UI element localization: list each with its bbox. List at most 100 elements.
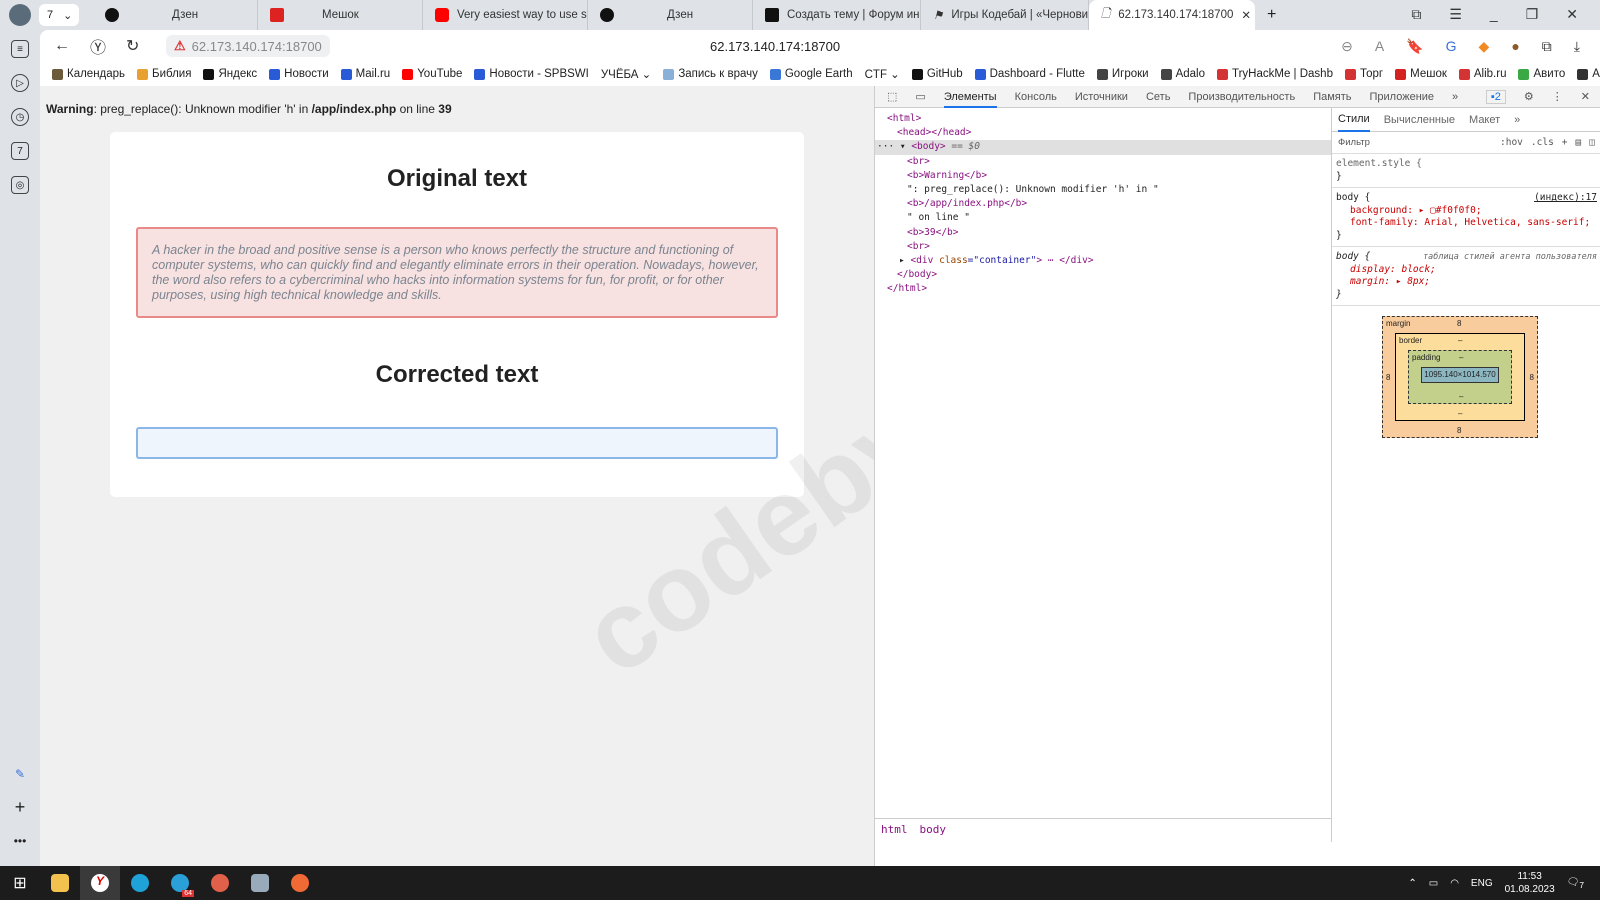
bookmark-item[interactable]: Торг [1344, 68, 1383, 80]
bookmark-item[interactable]: Авито [1518, 68, 1565, 80]
inspect-icon[interactable]: ⬚ [887, 90, 897, 103]
bookmark-item[interactable]: Запись к врачу [663, 68, 758, 80]
zoom-icon[interactable]: ⊖ [1341, 38, 1353, 55]
app-icon[interactable] [240, 866, 280, 900]
style-property[interactable]: background: ▸ ▢#f0f0f0; [1336, 205, 1597, 218]
tab[interactable]: Very easiest way to use scr [423, 0, 588, 30]
bookmark-item[interactable]: Новости [269, 68, 329, 80]
bookmark-item[interactable]: УЧЁБА ⌄ [601, 67, 651, 81]
insecure-warning-icon[interactable]: ⚠ [174, 38, 186, 54]
collections-icon[interactable]: ≡ [11, 40, 29, 58]
bookmark-item[interactable]: Alib.ru [1458, 68, 1506, 80]
crumb-body[interactable]: body [920, 823, 947, 837]
dom-node[interactable]: <head></head> [875, 126, 1331, 140]
device-toggle-icon[interactable]: ▭ [915, 90, 925, 103]
bookmark-item[interactable]: Игроки [1096, 68, 1149, 80]
fox-ext-icon[interactable]: ◆ [1479, 38, 1490, 55]
sidebar-toggle-icon[interactable]: ◫ [1589, 137, 1595, 148]
cookie-ext-icon[interactable]: ● [1511, 38, 1519, 55]
paint-icon[interactable]: ▤ [1576, 137, 1582, 148]
minimize-icon[interactable]: _ [1490, 6, 1498, 23]
language-indicator[interactable]: ENG [1471, 878, 1493, 889]
tab-styles[interactable]: Стили [1338, 108, 1370, 132]
more-tabs-icon[interactable]: » [1452, 91, 1458, 103]
edge-icon[interactable] [120, 866, 160, 900]
calendar-icon[interactable]: 7 [11, 142, 29, 160]
close-devtools-icon[interactable]: ✕ [1581, 90, 1590, 103]
bookmark-icon[interactable]: 🔖 [1406, 38, 1423, 55]
crumb-html[interactable]: html [881, 823, 908, 837]
dom-node[interactable]: </body> [875, 268, 1331, 282]
collections-icon[interactable]: ⧉ [1411, 6, 1421, 23]
add-panel-icon[interactable]: + [15, 797, 26, 818]
tab-active[interactable]: 🗋 62.173.140.174:18700 ✕ [1089, 0, 1255, 30]
history-icon[interactable]: ◷ [11, 108, 29, 126]
style-property[interactable]: font-family: Arial, Helvetica, sans-seri… [1336, 217, 1597, 230]
cls-button[interactable]: .cls [1531, 137, 1554, 148]
bookmark-item[interactable]: TryHackMe | Dashb [1217, 68, 1333, 80]
corrected-text-box[interactable] [136, 427, 778, 459]
dom-node[interactable]: <br> [875, 240, 1331, 254]
dom-node[interactable]: <b>39</b> [875, 226, 1331, 240]
tab-network[interactable]: Сеть [1146, 91, 1170, 103]
bookmark-item[interactable]: YouTube [402, 68, 462, 80]
back-icon[interactable]: ← [54, 37, 76, 55]
bookmark-item[interactable]: Библия [137, 68, 191, 80]
source-link[interactable]: (индекс):17 [1534, 192, 1597, 205]
menu-icon[interactable]: ☰ [1449, 6, 1462, 23]
tab-memory[interactable]: Память [1313, 91, 1351, 103]
tray-expand-icon[interactable]: ⌃ [1408, 878, 1416, 889]
translate-ext-icon[interactable]: G [1446, 38, 1457, 55]
bookmark-item[interactable]: Mail.ru [340, 68, 390, 80]
telegram-icon[interactable]: 64 [160, 866, 200, 900]
tab-elements[interactable]: Элементы [943, 86, 997, 108]
dom-node-selected[interactable]: ··· ▾ <body> == $0 [875, 140, 1331, 155]
close-window-icon[interactable]: ✕ [1566, 6, 1578, 23]
restore-icon[interactable]: ❐ [1526, 6, 1539, 23]
download-icon[interactable]: ⤓ [1574, 38, 1580, 55]
postman-icon[interactable] [280, 866, 320, 900]
tab[interactable]: Дзен [93, 0, 258, 30]
bookmark-item[interactable]: Календарь [52, 68, 125, 80]
bookmark-item[interactable]: Google Earth [769, 68, 853, 80]
dom-text-node[interactable]: " on line " [875, 211, 1331, 225]
bookmark-item[interactable]: GitHub [911, 68, 963, 80]
tab-group-button[interactable]: 7 ⌄ [39, 4, 79, 26]
dom-node[interactable]: </html> [875, 282, 1331, 296]
issues-badge[interactable]: ▪2 [1485, 89, 1506, 104]
screenshot-icon[interactable]: ◎ [11, 176, 29, 194]
yandex-browser-icon[interactable]: Y [80, 866, 120, 900]
battery-icon[interactable]: ▭ [1429, 878, 1438, 889]
close-tab-icon[interactable]: ✕ [1241, 8, 1251, 22]
tab-computed[interactable]: Вычисленные [1384, 114, 1455, 126]
tab[interactable]: Дзен [588, 0, 753, 30]
file-explorer-icon[interactable] [40, 866, 80, 900]
tab-application[interactable]: Приложение [1370, 91, 1435, 103]
bookmark-item[interactable]: Мешок [1395, 68, 1447, 80]
dom-node[interactable]: ▸ <div class="container"> ⋯ </div> [875, 254, 1331, 268]
bookmark-item[interactable]: Арба [1577, 68, 1600, 80]
filter-input[interactable]: Фильтр [1338, 137, 1370, 148]
wifi-icon[interactable]: ◠ [1450, 878, 1459, 889]
tab[interactable]: Создать тему | Форум инф [753, 0, 921, 30]
new-tab-button[interactable]: + [1267, 6, 1276, 24]
more-icon[interactable]: » [1514, 114, 1520, 126]
extensions-icon[interactable]: ⧉ [1542, 38, 1552, 55]
tab-performance[interactable]: Производительность [1188, 91, 1295, 103]
bookmark-item[interactable]: Новости - SPBSWI [474, 68, 589, 80]
kebab-menu-icon[interactable]: ⋮ [1552, 90, 1563, 103]
dom-node[interactable]: <b>Warning</b> [875, 169, 1331, 183]
reload-icon[interactable]: ↻ [126, 36, 148, 56]
bookmark-item[interactable]: Яндекс [203, 68, 257, 80]
tab[interactable]: ⚑ Игры Кодебай | «Чернови [921, 0, 1089, 30]
tab-layout[interactable]: Макет [1469, 114, 1500, 126]
clock[interactable]: 11:53 01.08.2023 [1505, 870, 1555, 896]
tab-console[interactable]: Консоль [1015, 91, 1057, 103]
play-icon[interactable]: ▷ [11, 74, 29, 92]
bookmark-item[interactable]: Adalo [1160, 68, 1205, 80]
profile-avatar[interactable] [9, 4, 31, 26]
dom-text-node[interactable]: ": preg_replace(): Unknown modifier 'h' … [875, 183, 1331, 197]
firefox-icon[interactable] [200, 866, 240, 900]
url-input[interactable]: ⚠ 62.173.140.174:18700 [166, 35, 330, 57]
tab-sources[interactable]: Источники [1075, 91, 1128, 103]
